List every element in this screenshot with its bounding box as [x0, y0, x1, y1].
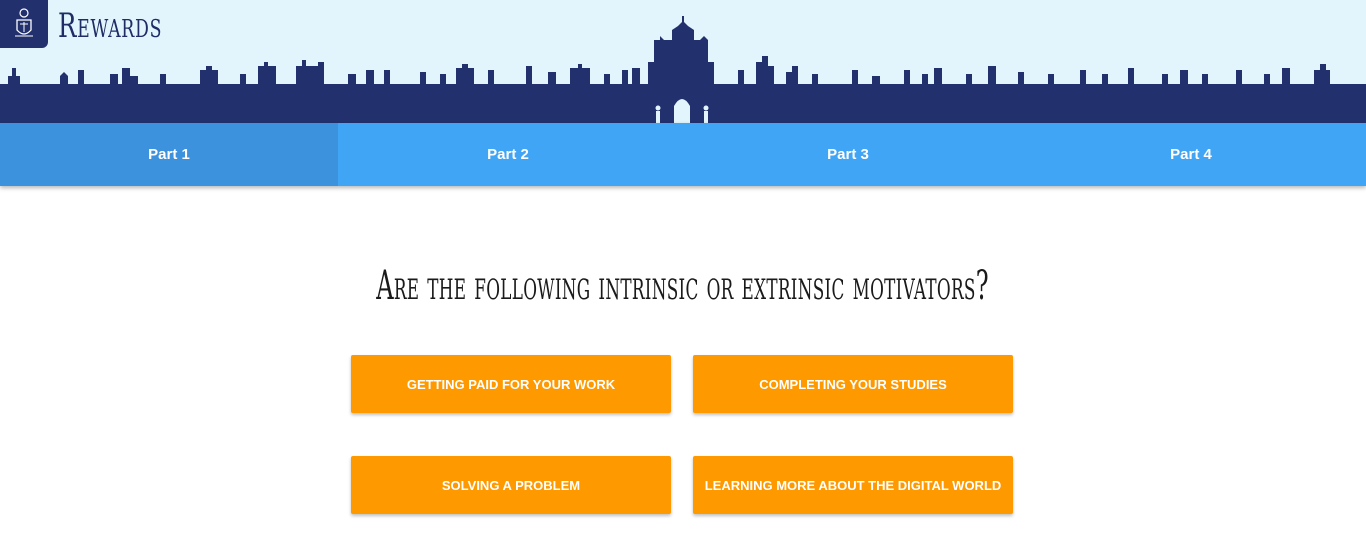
answer-button-completing-studies[interactable]: Completing your studies — [693, 355, 1013, 413]
tab-part-3[interactable]: Part 3 — [678, 123, 1018, 186]
tab-part-1[interactable]: Part 1 — [0, 123, 338, 186]
question-text: Are the following intrinsic or extrinsic… — [376, 263, 990, 309]
question-heading: Are the following intrinsic or extrinsic… — [0, 258, 1366, 314]
part-tabs: Part 1 Part 2 Part 3 Part 4 — [0, 123, 1366, 186]
answer-button-solving-problem[interactable]: Solving a problem — [351, 456, 671, 514]
answer-button-learning-digital-world[interactable]: Learning more about the digital world — [693, 456, 1013, 514]
crest-icon[interactable] — [0, 0, 48, 48]
college-skyline-banner — [0, 16, 1366, 123]
site-header: Rewards — [0, 0, 1366, 123]
tab-part-4[interactable]: Part 4 — [1018, 123, 1364, 186]
tab-part-2[interactable]: Part 2 — [338, 123, 678, 186]
answer-button-getting-paid[interactable]: Getting paid for your work — [351, 355, 671, 413]
app-title: Rewards — [58, 6, 163, 46]
